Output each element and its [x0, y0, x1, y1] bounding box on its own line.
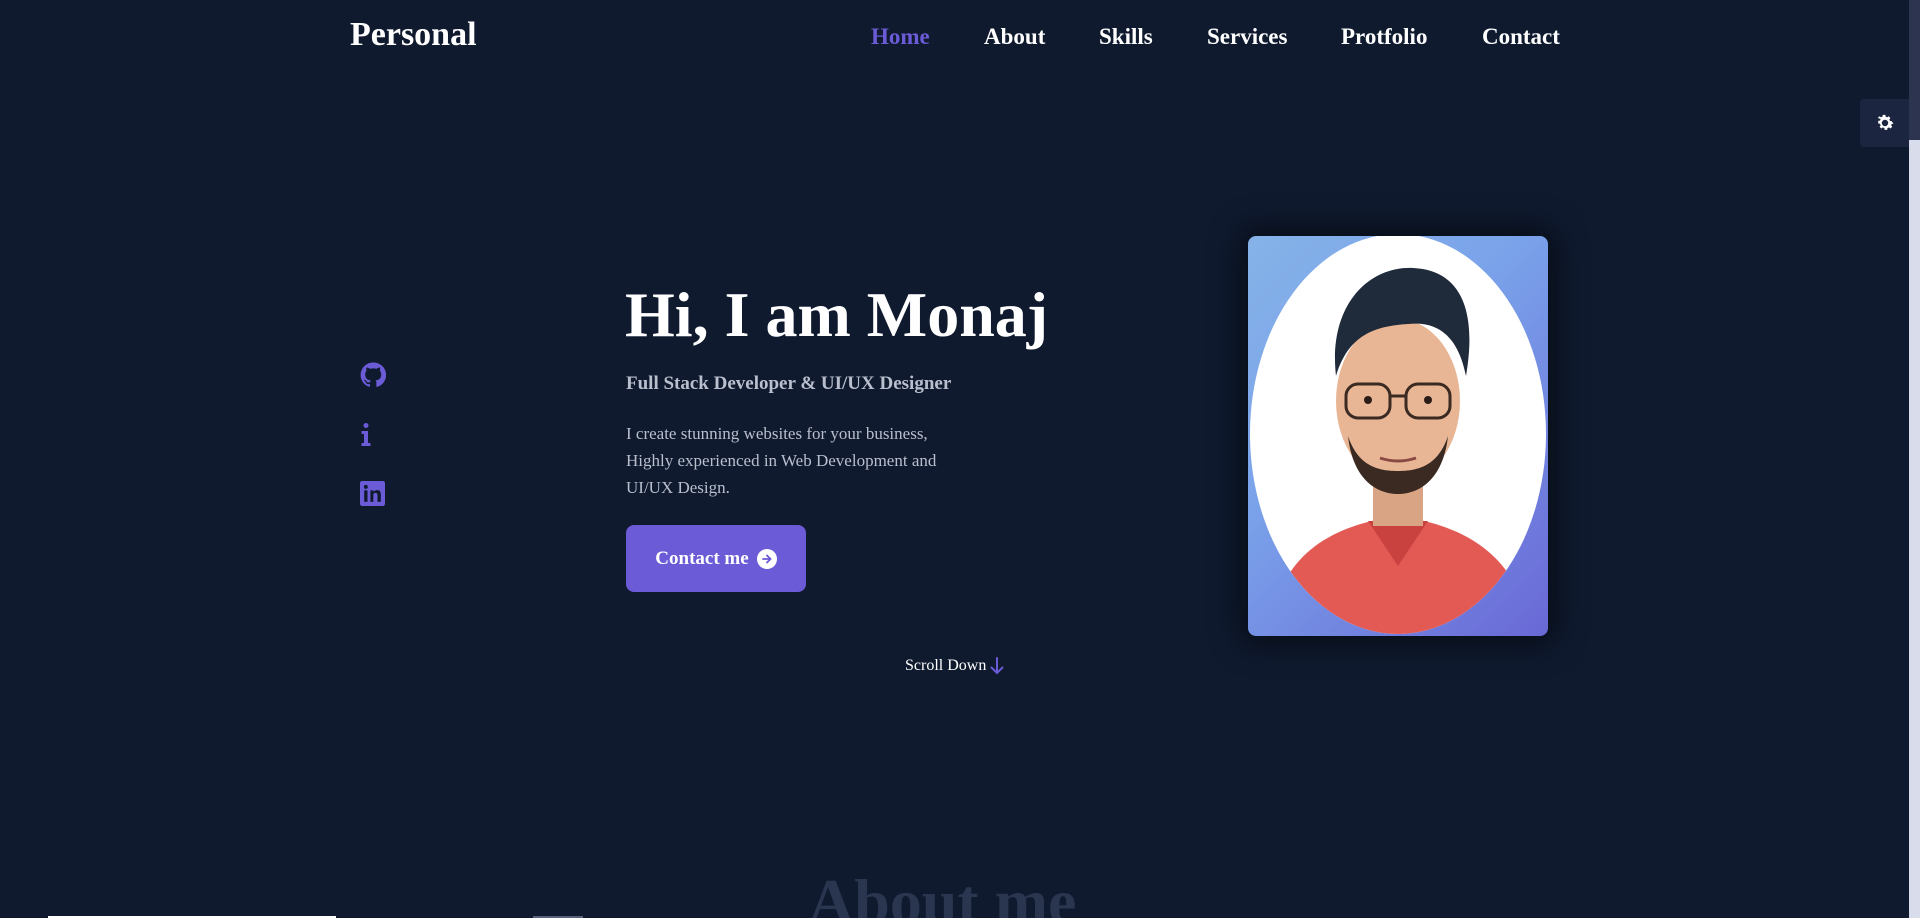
nav-home[interactable]: Home [871, 24, 930, 50]
hero-description: I create stunning websites for your busi… [626, 424, 937, 497]
contact-button-label: Contact me [655, 547, 749, 569]
scroll-down-link[interactable]: Scroll Down [905, 657, 1004, 675]
page: Personal Home About Skills Services Prot… [0, 0, 1920, 918]
gear-icon [1877, 114, 1894, 130]
theme-toggle-button[interactable] [1860, 99, 1910, 147]
nav-contact[interactable]: Contact [1482, 24, 1560, 50]
linkedin-icon [360, 481, 385, 506]
main-nav: Home About Skills Services Protfolio Con… [0, 24, 1920, 54]
contact-me-button[interactable]: Contact me [626, 525, 806, 592]
nav-services[interactable]: Services [1207, 24, 1287, 50]
nav-portfolio[interactable]: Protfolio [1341, 24, 1427, 50]
hero-subtitle: Full Stack Developer & UI/UX Designer [626, 373, 952, 394]
linkedin-link[interactable] [360, 481, 385, 506]
scroll-down-label: Scroll Down [905, 657, 987, 674]
github-link[interactable] [360, 362, 386, 388]
nav-skills[interactable]: Skills [1099, 24, 1153, 50]
github-icon [360, 362, 386, 387]
scrollbar-thumb[interactable] [1909, 0, 1920, 140]
about-heading: About me [808, 866, 1077, 918]
arrow-right-circle-icon [756, 548, 777, 569]
profile-photo [1248, 236, 1548, 636]
info-link[interactable] [360, 422, 372, 448]
profile-portrait-image [1250, 236, 1546, 634]
arrow-down-icon [990, 657, 1004, 675]
hero-title: Hi, I am Monaj [625, 279, 1049, 350]
info-icon [361, 423, 371, 446]
nav-about[interactable]: About [984, 24, 1045, 50]
